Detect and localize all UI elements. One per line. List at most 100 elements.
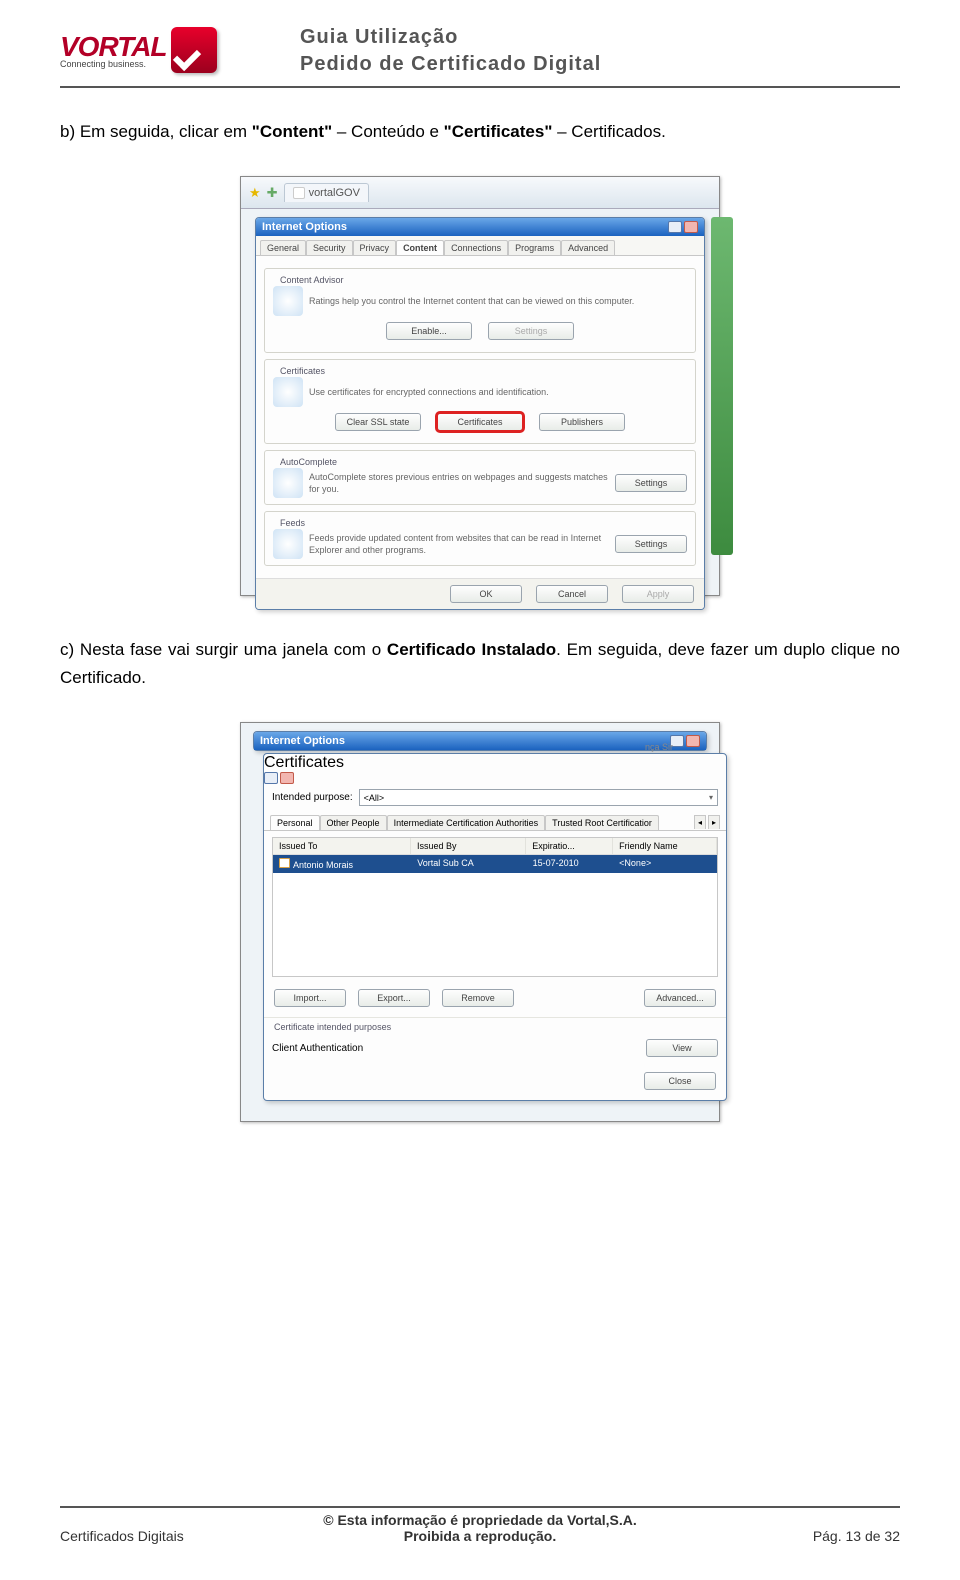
tab-scroll-left-icon[interactable]: ◂: [694, 815, 706, 829]
remove-button[interactable]: Remove: [442, 989, 514, 1007]
col-friendly-name[interactable]: Friendly Name: [613, 838, 717, 854]
footer-center-1: © Esta informação é propriedade da Vorta…: [260, 1512, 700, 1528]
header-titles: Guia Utilização Pedido de Certificado Di…: [300, 24, 900, 80]
group-certificates: Certificates Use certificates for encryp…: [264, 359, 696, 444]
publishers-button[interactable]: Publishers: [539, 413, 625, 431]
para-b-w2: Certificates: [452, 122, 545, 141]
tab-privacy[interactable]: Privacy: [353, 240, 397, 255]
para-b-q1b: ": [324, 122, 332, 141]
certificates-button[interactable]: Certificates: [437, 413, 523, 431]
list-header: Issued To Issued By Expiratio... Friendl…: [273, 838, 717, 855]
page-header: VORTAL Connecting business. Guia Utiliza…: [60, 20, 900, 88]
intended-purpose-label: Intended purpose:: [272, 792, 353, 803]
behind-title: Internet Options: [260, 735, 345, 747]
paragraph-c: c) Nesta fase vai surgir uma janela com …: [60, 636, 900, 692]
col-issued-by[interactable]: Issued By: [411, 838, 526, 854]
certificates-list[interactable]: Issued To Issued By Expiratio... Friendl…: [272, 837, 718, 977]
help-button-icon[interactable]: [668, 221, 682, 233]
view-button[interactable]: View: [646, 1039, 718, 1057]
close-button-icon[interactable]: [280, 772, 294, 784]
dialog-tabs: General Security Privacy Content Connect…: [256, 236, 704, 256]
row-issued-to: Antonio Morais: [293, 860, 353, 870]
certificate-row-selected[interactable]: Antonio Morais Vortal Sub CA 15-07-2010 …: [273, 855, 717, 873]
tab-general[interactable]: General: [260, 240, 306, 255]
legend-content-advisor: Content Advisor: [277, 275, 347, 285]
autocomplete-desc: AutoComplete stores previous entries on …: [309, 471, 609, 495]
footer-rule: [60, 1506, 900, 1508]
para-c-bold: Certificado Instalado: [387, 640, 556, 659]
intended-purpose-row: Intended purpose: <All> ▾: [264, 784, 726, 811]
certificate-purposes-label: Certificate intended purposes: [264, 1017, 726, 1034]
row-friendly-name: <None>: [613, 855, 717, 873]
certificate-actions: Import... Export... Remove Advanced...: [264, 983, 726, 1013]
screenshot-certificates: Internet Options nça Sir AQ A Vorta laçã…: [240, 722, 720, 1122]
close-button-icon[interactable]: [684, 221, 698, 233]
tab-security[interactable]: Security: [306, 240, 353, 255]
tab-favicon-icon: [293, 187, 305, 199]
tab-advanced[interactable]: Advanced: [561, 240, 615, 255]
para-b-prefix: b) Em seguida, clicar em: [60, 122, 252, 141]
autocomplete-settings-button[interactable]: Settings: [615, 474, 687, 492]
logo-block: VORTAL Connecting business.: [60, 20, 280, 80]
side-l0: nça Sir: [645, 741, 731, 754]
tab-scroll-right-icon[interactable]: ▸: [708, 815, 720, 829]
legend-autocomplete: AutoComplete: [277, 457, 340, 467]
close-button[interactable]: Close: [644, 1072, 716, 1090]
behind-titlebar: Internet Options: [254, 732, 706, 750]
tab-connections[interactable]: Connections: [444, 240, 508, 255]
para-b-q2a: ": [444, 122, 452, 141]
apply-button[interactable]: Apply: [622, 585, 694, 603]
browser-tab-label: vortalGOV: [309, 187, 360, 199]
settings-button[interactable]: Settings: [488, 322, 574, 340]
dialog-footer: OK Cancel Apply: [256, 578, 704, 609]
browser-tabstrip: ★ ✚ vortalGOV: [241, 177, 719, 209]
tab-trusted-root[interactable]: Trusted Root Certificatior: [545, 815, 659, 830]
favorites-star-icon[interactable]: ★: [249, 185, 261, 201]
internet-options-behind: Internet Options: [253, 731, 707, 751]
para-b-sep2: – Certificados.: [552, 122, 665, 141]
certificate-purposes-value: Client Authentication: [272, 1043, 363, 1054]
enable-button[interactable]: Enable...: [386, 322, 472, 340]
tab-intermediate[interactable]: Intermediate Certification Authorities: [387, 815, 546, 830]
para-b-sep1: – Conteúdo e: [332, 122, 444, 141]
background-green-strip: [711, 217, 733, 555]
certificates-title: Certificates: [264, 754, 344, 771]
paragraph-b: b) Em seguida, clicar em "Content" – Con…: [60, 118, 900, 146]
tab-scroll-buttons: ◂ ▸: [694, 815, 720, 830]
help-button-icon[interactable]: [264, 772, 278, 784]
tab-other-people[interactable]: Other People: [320, 815, 387, 830]
intended-purpose-select[interactable]: <All> ▾: [359, 789, 718, 806]
logo-check-icon: [171, 27, 217, 73]
group-autocomplete: AutoComplete AutoComplete stores previou…: [264, 450, 696, 505]
footer-right: Pág. 13 de 32: [700, 1528, 900, 1544]
certificates-titlebar: Certificates: [264, 754, 726, 784]
dialog-title: Internet Options: [262, 221, 347, 233]
feeds-desc: Feeds provide updated content from websi…: [309, 532, 609, 556]
page-footer: Certificados Digitais © Esta informação …: [60, 1506, 900, 1544]
advanced-button[interactable]: Advanced...: [644, 989, 716, 1007]
browser-tab[interactable]: vortalGOV: [284, 183, 369, 202]
row-issued-by: Vortal Sub CA: [411, 855, 526, 873]
tab-personal[interactable]: Personal: [270, 815, 320, 830]
screenshot-internet-options: ★ ✚ vortalGOV Internet Options General S…: [240, 176, 720, 596]
col-expiration[interactable]: Expiratio...: [526, 838, 613, 854]
export-button[interactable]: Export...: [358, 989, 430, 1007]
feeds-settings-button[interactable]: Settings: [615, 535, 687, 553]
logo-text-block: VORTAL Connecting business.: [60, 31, 167, 69]
clear-ssl-button[interactable]: Clear SSL state: [335, 413, 421, 431]
window-buttons: [668, 221, 698, 233]
add-tab-icon[interactable]: ✚: [267, 185, 278, 201]
group-feeds: Feeds Feeds provide updated content from…: [264, 511, 696, 566]
tab-content[interactable]: Content: [396, 240, 444, 255]
tab-programs[interactable]: Programs: [508, 240, 561, 255]
content-advisor-desc: Ratings help you control the Internet co…: [309, 295, 634, 307]
para-b-q1a: ": [252, 122, 260, 141]
legend-feeds: Feeds: [277, 518, 308, 528]
col-issued-to[interactable]: Issued To: [273, 838, 411, 854]
dialog-body: Content Advisor Ratings help you control…: [256, 256, 704, 578]
cancel-button[interactable]: Cancel: [536, 585, 608, 603]
import-button[interactable]: Import...: [274, 989, 346, 1007]
ok-button[interactable]: OK: [450, 585, 522, 603]
group-content-advisor: Content Advisor Ratings help you control…: [264, 268, 696, 353]
footer-center: © Esta informação é propriedade da Vorta…: [260, 1512, 700, 1544]
